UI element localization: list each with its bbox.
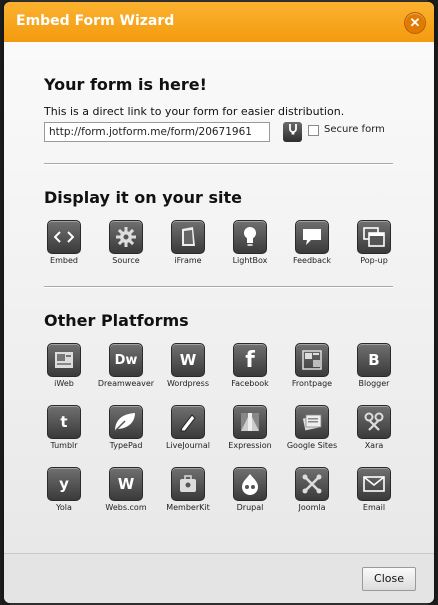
dialog-footer: Close [4,553,434,603]
icon-label: Pop-up [360,256,388,265]
icon-label: Xara [364,441,384,450]
display-option-embed[interactable]: Embed [42,220,86,265]
joomla-icon [295,467,329,501]
iweb-icon [47,343,81,377]
secure-form-label: Secure form [324,124,385,135]
display-option-source[interactable]: Source [104,220,148,265]
speech-bubble-icon [295,220,329,254]
link-icon [288,124,297,135]
livejournal-icon [171,405,205,439]
code-icon [47,220,81,254]
dialog-content: Your form is here! This is a direct link… [4,42,434,553]
lightbulb-icon [233,220,267,254]
platform-google-sites[interactable]: Google Sites [287,405,337,450]
platform-tumblr[interactable]: t Tumblr [42,405,86,450]
display-option-lightbox[interactable]: LightBox [228,220,272,265]
dialog-titlebar: Embed Form Wizard ✕ [4,2,434,42]
platform-expression[interactable]: Expression [228,405,272,450]
envelope-icon [357,467,391,501]
wordpress-icon: W [171,343,205,377]
link-heading: Your form is here! [44,75,207,94]
platform-frontpage[interactable]: Frontpage [290,343,334,388]
divider [44,163,393,165]
display-heading: Display it on your site [44,188,242,207]
dreamweaver-icon: Dw [109,343,143,377]
facebook-icon: f [233,343,267,377]
drupal-icon [233,467,267,501]
popup-window-icon [357,220,391,254]
platform-memberkit[interactable]: MemberKit [166,467,210,512]
frontpage-icon [295,343,329,377]
form-url-field[interactable]: http://form.jotform.me/form/20671961 [44,122,270,142]
platform-iweb[interactable]: iWeb [42,343,86,388]
platform-typepad[interactable]: TypePad [104,405,148,450]
frame-icon [171,220,205,254]
close-icon[interactable]: ✕ [404,12,426,34]
platform-wordpress[interactable]: W Wordpress [166,343,210,388]
link-description: This is a direct link to your form for e… [44,105,345,118]
platform-drupal[interactable]: Drupal [228,467,272,512]
secure-form-checkbox[interactable] [308,125,319,136]
divider [44,286,393,288]
platform-email[interactable]: Email [352,467,396,512]
platform-webs-com[interactable]: W Webs.com [104,467,148,512]
dialog-title: Embed Form Wizard [16,13,175,29]
display-option-feedback[interactable]: Feedback [290,220,334,265]
platforms-heading: Other Platforms [44,311,189,330]
platform-facebook[interactable]: f Facebook [228,343,272,388]
yola-icon: y [47,467,81,501]
display-option-pop-up[interactable]: Pop-up [352,220,396,265]
expression-icon [233,405,267,439]
platform-livejournal[interactable]: LiveJournal [166,405,210,450]
close-button[interactable]: Close [362,567,416,591]
platform-joomla[interactable]: Joomla [290,467,334,512]
platform-xara[interactable]: Xara [352,405,396,450]
platform-dreamweaver[interactable]: Dw Dreamweaver [98,343,154,388]
platform-yola[interactable]: y Yola [42,467,86,512]
icon-label: Blogger [358,379,390,388]
platform-blogger[interactable]: B Blogger [352,343,396,388]
tumblr-icon: t [47,405,81,439]
embed-form-wizard-dialog: Embed Form Wizard ✕ Your form is here! T… [4,2,434,603]
xara-icon [357,405,391,439]
icon-label: Email [362,503,386,512]
typepad-icon [109,405,143,439]
webs-icon: W [109,467,143,501]
memberkit-icon [171,467,205,501]
google-sites-icon [295,405,329,439]
display-option-iframe[interactable]: iFrame [166,220,210,265]
shorten-url-button[interactable] [283,122,302,142]
blogger-icon: B [357,343,391,377]
gear-icon [109,220,143,254]
